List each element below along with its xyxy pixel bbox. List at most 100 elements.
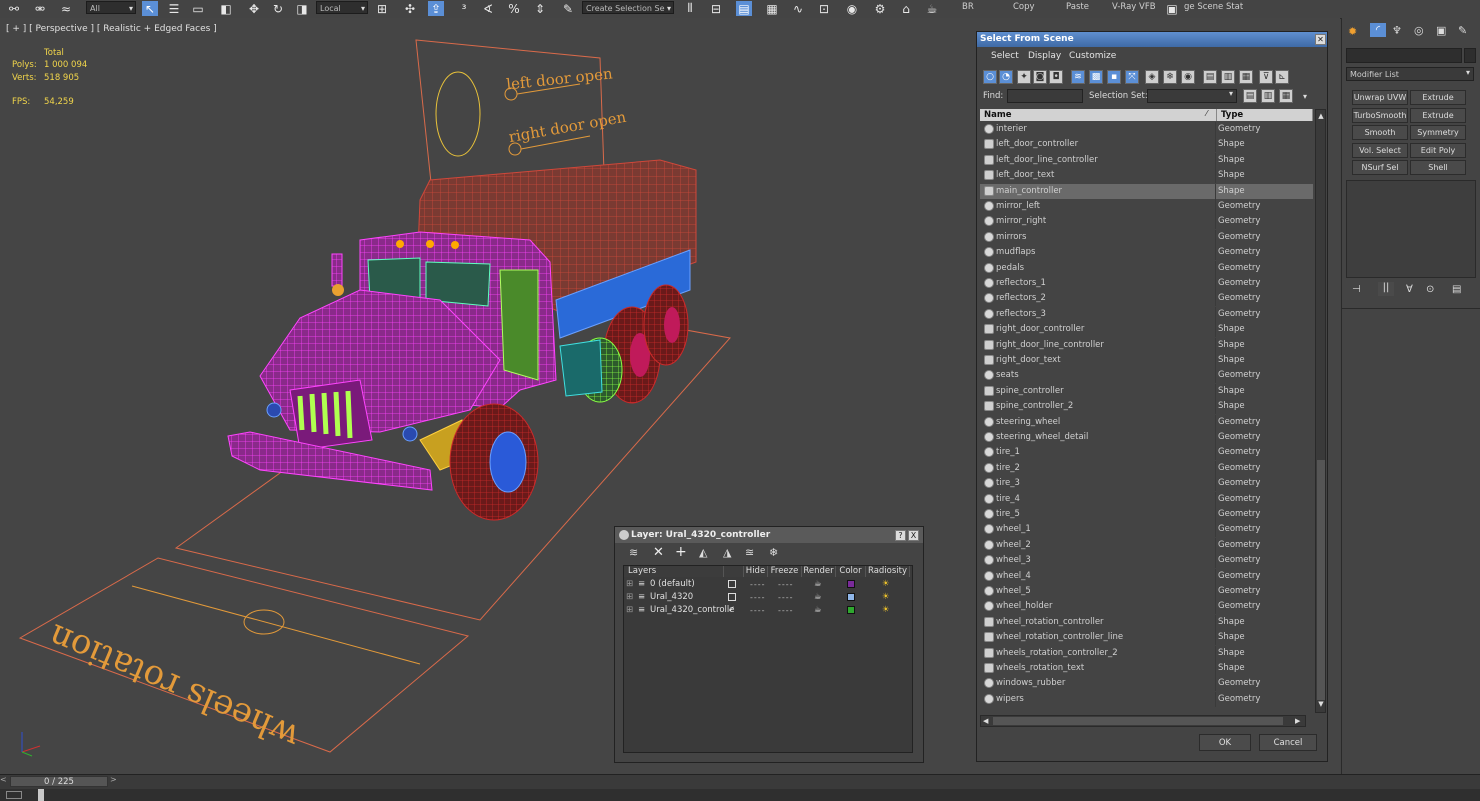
display-lights-icon[interactable]: ✦ (1017, 70, 1031, 84)
mini-curve-editor-icon[interactable] (6, 791, 22, 799)
rectangle-selection-icon[interactable]: ▭ (190, 1, 206, 16)
list-item[interactable]: left_door_line_controller Shape (980, 152, 1313, 168)
list-item[interactable]: spine_controller Shape (980, 383, 1313, 399)
toolbar-options-icon[interactable]: ▾ (1303, 92, 1307, 101)
freeze-toggle[interactable]: ---- (778, 578, 794, 591)
list-item[interactable]: tire_1 Geometry (980, 445, 1313, 461)
toolbar-label-paste[interactable]: Paste (1066, 2, 1089, 12)
freeze-all-icon[interactable]: ❄ (769, 546, 778, 559)
timeline-right-arrow-icon[interactable]: > (110, 775, 117, 784)
remove-selection-set-icon[interactable]: ▥ (1261, 89, 1275, 103)
object-color-swatch[interactable] (1464, 48, 1476, 63)
column-freeze[interactable]: Freeze (768, 566, 802, 577)
selection-set-dropdown[interactable] (1147, 89, 1237, 103)
graphite-tools-icon[interactable]: ▦ (764, 1, 780, 16)
percent-snap-icon[interactable]: % (506, 1, 522, 16)
list-item[interactable]: mudflaps Geometry (980, 245, 1313, 261)
modifier-button[interactable]: Unwrap UVW (1352, 90, 1408, 105)
modifier-button[interactable]: Smooth (1352, 125, 1408, 140)
layer-row[interactable]: ⊞ ≡ Ural_4320_controlle ✓ ---- ---- ☕ ☀ (624, 604, 910, 617)
hide-toggle[interactable]: ---- (750, 591, 766, 604)
current-layer-checkbox[interactable] (728, 593, 736, 601)
angle-snap-icon[interactable]: ∢ (480, 1, 496, 16)
modifier-button[interactable]: Symmetry (1410, 125, 1466, 140)
display-groups-icon[interactable]: ▩ (1089, 70, 1103, 84)
list-item[interactable]: reflectors_2 Geometry (980, 291, 1313, 307)
hierarchy-icon[interactable]: ⊾ (1275, 70, 1289, 84)
list-item[interactable]: wheels_rotation_text Shape (980, 661, 1313, 676)
scrollbar-thumb[interactable] (1317, 460, 1325, 700)
list-item[interactable]: left_door_controller Shape (980, 137, 1313, 153)
bind-spacewarp-icon[interactable]: ≈ (58, 1, 74, 16)
list-item[interactable]: wheel_4 Geometry (980, 568, 1313, 584)
unlink-icon[interactable]: ⚮ (32, 1, 48, 16)
layer-color-swatch[interactable] (847, 606, 855, 614)
list-item[interactable]: seats Geometry (980, 368, 1313, 384)
hide-toggle[interactable]: ---- (750, 604, 766, 617)
modifier-button[interactable]: Extrude (1410, 107, 1466, 123)
toolbar-label-copy[interactable]: Copy (1013, 2, 1035, 12)
modifier-button[interactable]: Extrude (1410, 90, 1466, 105)
list-item[interactable]: steering_wheel_detail Geometry (980, 430, 1313, 445)
delete-layer-icon[interactable]: ✕ (653, 545, 664, 560)
list-item[interactable]: mirror_left Geometry (980, 199, 1313, 214)
modifier-stack[interactable] (1346, 180, 1476, 278)
scroll-down-icon[interactable]: ▼ (1317, 700, 1325, 708)
render-teapot-icon[interactable]: ☕ (814, 578, 822, 591)
list-item[interactable]: tire_4 Geometry (980, 491, 1313, 507)
display-tab-icon[interactable]: ▣ (1436, 24, 1446, 37)
named-selection-set-dropdown[interactable]: Create Selection Se (582, 1, 674, 15)
render-icon[interactable]: ☕ (924, 1, 940, 16)
display-frozen-icon[interactable]: ❄ (1163, 70, 1177, 84)
configure-sets-icon[interactable]: ▤ (1452, 284, 1461, 295)
select-object-icon[interactable]: ↖ (142, 1, 158, 16)
track-bar[interactable] (0, 789, 1480, 801)
pivot-center-icon[interactable]: ⊞ (374, 1, 390, 16)
modifier-button[interactable]: TurboSmooth (1352, 107, 1408, 123)
layer-row[interactable]: ⊞ ≡ Ural_4320 ---- ---- ☕ ☀ (624, 591, 910, 604)
create-layer-icon[interactable]: ≋ (629, 546, 638, 559)
column-color[interactable]: Color (836, 566, 866, 577)
filter-icon[interactable]: ⊽ (1259, 70, 1273, 84)
time-marker[interactable] (38, 789, 44, 801)
snaps-toggle-icon[interactable]: ³ (456, 1, 472, 16)
material-editor-icon[interactable]: ◉ (844, 1, 860, 16)
modifier-list-dropdown[interactable]: Modifier List (1346, 67, 1474, 81)
modifier-button[interactable]: Edit Poly (1410, 142, 1466, 158)
chevron-down-icon[interactable]: ▾ (1466, 68, 1470, 77)
pin-stack-icon[interactable]: ⊣ (1352, 284, 1361, 295)
display-hidden-icon[interactable]: ◉ (1181, 70, 1195, 84)
mirror-icon[interactable]: ⫴ (682, 1, 698, 16)
keyboard-shortcut-icon[interactable]: ⇪ (428, 1, 444, 16)
layer-dialog-title[interactable]: Layer: Ural_4320_controller (615, 527, 923, 543)
select-objects-icon[interactable]: ◭ (699, 546, 707, 559)
list-item[interactable]: wheel_holder Geometry (980, 599, 1313, 615)
viewport-label[interactable]: [ + ] [ Perspective ] [ Realistic + Edge… (6, 24, 217, 34)
scroll-right-icon[interactable]: ▶ (1295, 717, 1300, 725)
list-item[interactable]: reflectors_1 Geometry (980, 276, 1313, 291)
list-item[interactable]: spine_controller_2 Shape (980, 399, 1313, 415)
hierarchy-tab-icon[interactable]: ♆ (1392, 24, 1402, 37)
list-item[interactable]: wipers Geometry (980, 691, 1313, 707)
cancel-button[interactable]: Cancel (1259, 734, 1317, 751)
current-layer-checkbox[interactable] (728, 580, 736, 588)
display-all-icon[interactable]: ▤ (1203, 70, 1217, 84)
list-item[interactable]: wheel_rotation_controller_line Shape (980, 630, 1313, 646)
list-item[interactable]: reflectors_3 Geometry (980, 306, 1313, 322)
add-to-layer-icon[interactable]: + (675, 544, 687, 560)
menu-select[interactable]: Select (991, 51, 1019, 61)
column-render[interactable]: Render (802, 566, 836, 577)
menu-customize[interactable]: Customize (1069, 51, 1116, 61)
layer-color-swatch[interactable] (847, 580, 855, 588)
render-setup-icon[interactable]: ⚙ (872, 1, 888, 16)
scale-icon[interactable]: ◨ (294, 1, 310, 16)
list-item[interactable]: wheel_3 Geometry (980, 553, 1313, 569)
list-item[interactable]: right_door_text Shape (980, 353, 1313, 368)
display-geometry-icon[interactable]: ○ (983, 70, 997, 84)
motion-tab-icon[interactable]: ◎ (1414, 24, 1424, 37)
window-crossing-icon[interactable]: ◧ (218, 1, 234, 16)
list-item[interactable]: mirrors Geometry (980, 229, 1313, 245)
render-teapot-icon[interactable]: ☕ (814, 591, 822, 604)
freeze-toggle[interactable]: ---- (778, 604, 794, 617)
freeze-toggle[interactable]: ---- (778, 591, 794, 604)
